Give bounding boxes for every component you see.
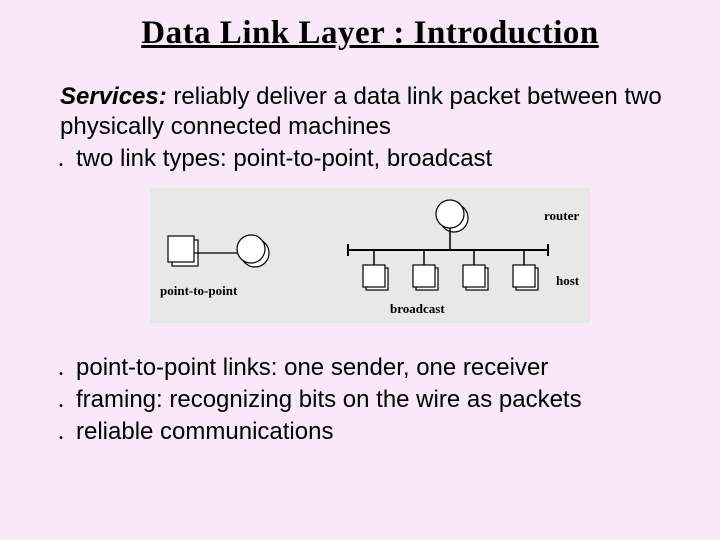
bullet-item: . point-to-point links: one sender, one … <box>60 353 680 383</box>
bullet-item: . framing: recognizing bits on the wire … <box>60 385 680 415</box>
bullet-icon: . <box>58 144 76 174</box>
bullet-item: . two link types: point-to-point, broadc… <box>60 144 680 174</box>
host-icon <box>413 265 438 290</box>
bullet-text: reliable communications <box>76 417 680 447</box>
diagram-svg <box>150 188 590 323</box>
bullet-icon: . <box>58 353 76 383</box>
page-title: Data Link Layer : Introduction <box>60 15 680 52</box>
host-icon <box>363 265 388 290</box>
bullet-icon: . <box>58 417 76 447</box>
body-text: Services: reliably deliver a data link p… <box>60 82 680 447</box>
intro-paragraph: Services: reliably deliver a data link p… <box>60 82 680 142</box>
bullet-icon: . <box>58 385 76 415</box>
label-point-to-point: point-to-point <box>160 283 237 299</box>
host-icon <box>513 265 538 290</box>
label-host: host <box>556 273 579 289</box>
bullet-item: . reliable communications <box>60 417 680 447</box>
host-icon <box>463 265 488 290</box>
bullet-text: two link types: point-to-point, broadcas… <box>76 144 680 174</box>
router-icon <box>237 235 265 263</box>
intro-label: Services: <box>60 83 167 110</box>
bullet-text: framing: recognizing bits on the wire as… <box>76 385 680 415</box>
host-icon <box>168 236 194 262</box>
label-broadcast: broadcast <box>390 301 445 317</box>
label-router: router <box>544 208 579 224</box>
slide: Data Link Layer : Introduction Services:… <box>0 0 720 540</box>
router-icon <box>436 200 464 228</box>
bullet-text: point-to-point links: one sender, one re… <box>76 353 680 383</box>
network-diagram: point-to-point router host broadcast <box>150 188 590 323</box>
figure-container: point-to-point router host broadcast <box>60 188 680 331</box>
